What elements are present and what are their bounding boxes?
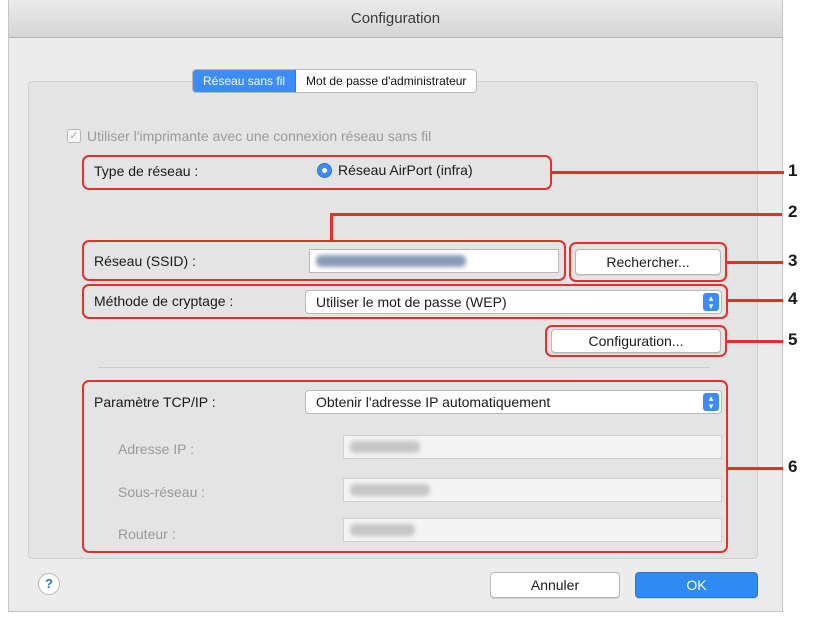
tab-bar: Réseau sans fil Mot de passe d'administr… — [192, 69, 478, 93]
chevron-updown-icon: ▴ ▾ — [703, 393, 719, 411]
callout-number-1: 1 — [788, 161, 798, 180]
wireless-connection-checkbox[interactable]: ✓ Utiliser l'imprimante avec une connexi… — [67, 128, 431, 144]
checkmark-icon: ✓ — [67, 129, 81, 143]
configuration-button[interactable]: Configuration... — [551, 329, 721, 353]
callout-line-5 — [727, 340, 783, 343]
encryption-label: Méthode de cryptage : — [94, 293, 234, 309]
callout-number-2: 2 — [788, 202, 798, 221]
chevron-updown-icon: ▴ ▾ — [703, 293, 719, 311]
callout-line-2-vertical — [330, 213, 333, 241]
encryption-select[interactable]: Utiliser le mot de passe (WEP) ▴ ▾ — [305, 290, 722, 314]
callout-line-6 — [728, 467, 783, 470]
ok-button[interactable]: OK — [635, 572, 758, 598]
cancel-button[interactable]: Annuler — [490, 572, 620, 598]
ip-address-label: Adresse IP : — [118, 441, 195, 457]
search-button[interactable]: Rechercher... — [575, 249, 721, 275]
router-value-blurred — [350, 524, 415, 536]
network-type-label: Type de réseau : — [94, 163, 199, 179]
router-label: Routeur : — [118, 526, 176, 542]
tcpip-label: Paramètre TCP/IP : — [94, 394, 216, 410]
subnet-value-blurred — [350, 484, 430, 496]
callout-line-3 — [727, 261, 783, 264]
ssid-value-blurred — [316, 255, 466, 267]
tcpip-value: Obtenir l'adresse IP automatiquement — [316, 394, 551, 410]
tab-admin-password[interactable]: Mot de passe d'administrateur — [296, 70, 477, 92]
callout-line-4 — [728, 299, 783, 302]
router-field — [343, 518, 722, 542]
callout-number-6: 6 — [788, 457, 798, 476]
network-type-radio[interactable]: Réseau AirPort (infra) — [317, 162, 473, 178]
help-button[interactable]: ? — [38, 573, 60, 595]
ip-value-blurred — [350, 441, 420, 453]
tab-wireless-network[interactable]: Réseau sans fil — [193, 70, 297, 92]
callout-line-1 — [552, 171, 784, 174]
network-type-option: Réseau AirPort (infra) — [338, 162, 473, 178]
callout-number-4: 4 — [788, 289, 798, 308]
wireless-connection-label: Utiliser l'imprimante avec une connexion… — [87, 128, 432, 144]
encryption-value: Utiliser le mot de passe (WEP) — [316, 294, 507, 310]
section-divider — [98, 367, 710, 368]
ip-address-field — [343, 435, 722, 459]
ssid-label: Réseau (SSID) : — [94, 253, 196, 269]
subnet-label: Sous-réseau : — [118, 484, 206, 500]
callout-line-2-horizontal — [330, 213, 782, 216]
callout-number-3: 3 — [788, 251, 798, 270]
subnet-field — [343, 478, 722, 502]
radio-selected-icon — [317, 162, 332, 178]
tcpip-select[interactable]: Obtenir l'adresse IP automatiquement ▴ ▾ — [305, 390, 722, 414]
ssid-input[interactable] — [309, 249, 559, 273]
callout-number-5: 5 — [788, 330, 798, 349]
window-title: Configuration — [9, 0, 782, 38]
